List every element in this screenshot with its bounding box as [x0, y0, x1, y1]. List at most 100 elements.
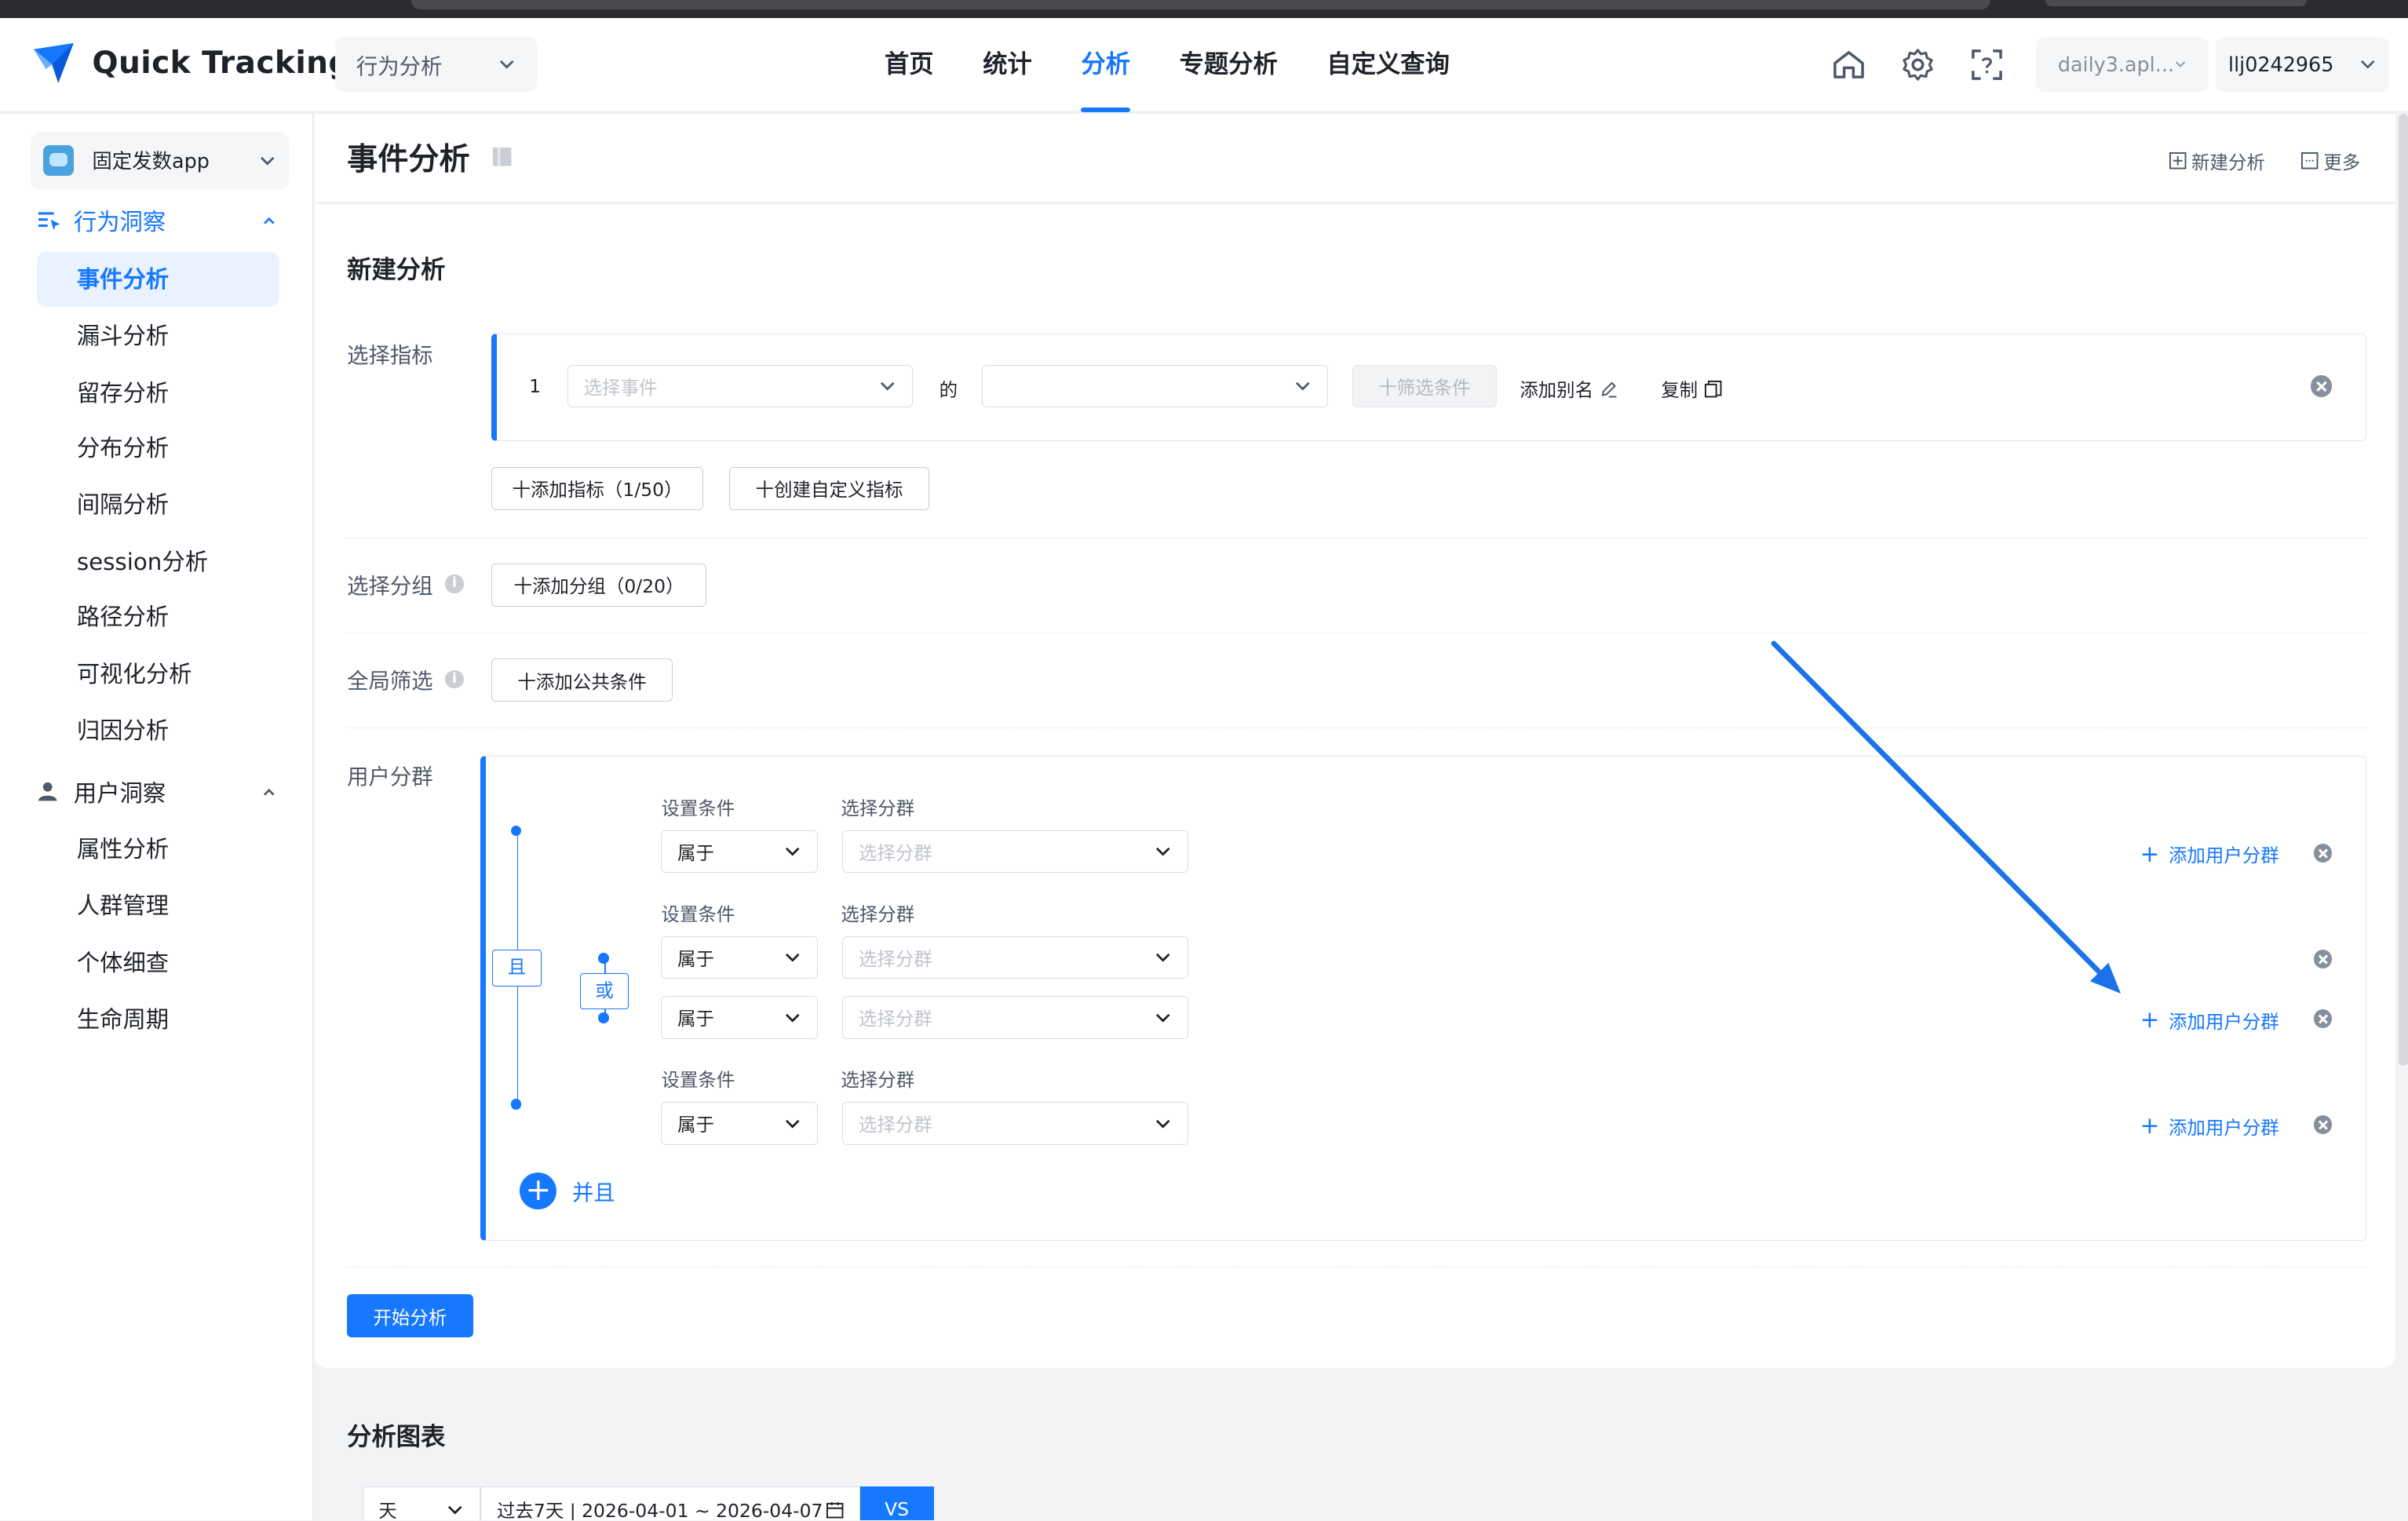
add-user-segment-label: 添加用户分群: [2168, 1116, 2279, 1139]
help-scan-icon[interactable]: [1968, 46, 2005, 83]
nav-custom-query[interactable]: 自定义查询: [1302, 18, 1474, 111]
start-analysis-button[interactable]: 开始分析: [347, 1294, 473, 1338]
add-group-button[interactable]: 十添加分组（0/20）: [491, 564, 707, 607]
belongs-select[interactable]: 属于: [661, 830, 819, 874]
sidebar-item-attribute[interactable]: 属性分析: [37, 822, 279, 877]
compare-vs-button[interactable]: VS: [859, 1486, 934, 1521]
main-nav: 首页 统计 分析 专题分析 自定义查询: [860, 18, 1475, 112]
product-logo[interactable]: Quick Tracking: [31, 40, 351, 86]
sidebar-item-visual[interactable]: 可视化分析: [37, 647, 279, 702]
app-picker[interactable]: 固定发数app: [31, 132, 289, 189]
plus-icon: +: [2140, 1111, 2160, 1139]
add-user-segment-link[interactable]: + 添加用户分群: [2140, 1113, 2279, 1140]
segment-select[interactable]: 选择分群: [842, 1101, 1188, 1145]
page-scrollbar[interactable]: [2399, 113, 2408, 1066]
home-icon[interactable]: [1830, 46, 1867, 83]
add-and-label: 并且: [571, 1181, 615, 1206]
filter-condition-button[interactable]: 十筛选条件: [1352, 364, 1497, 408]
sidebar-item-individual[interactable]: 个体细查: [37, 936, 279, 990]
plus-icon: +: [2140, 1005, 2160, 1033]
chevron-up-icon: [263, 789, 275, 796]
event-select[interactable]: 选择事件: [567, 364, 914, 408]
sidebar-item-funnel[interactable]: 漏斗分析: [37, 308, 279, 363]
user-name: llj0242965: [2228, 53, 2334, 77]
new-analysis-button[interactable]: 新建分析: [2169, 148, 2265, 174]
segment-select-label: 选择分群: [841, 903, 915, 925]
belongs-select[interactable]: 属于: [661, 995, 819, 1039]
more-label: 更多: [2323, 151, 2361, 173]
remove-condition-icon[interactable]: [2313, 1009, 2333, 1028]
connector-dot: [598, 1012, 609, 1024]
add-metric-button[interactable]: 十添加指标（1/50）: [491, 466, 704, 510]
remove-condition-icon[interactable]: [2313, 1115, 2333, 1134]
app-switch-dropdown[interactable]: daily3.apl...: [2036, 36, 2209, 93]
sidebar-item-retention[interactable]: 留存分析: [37, 366, 279, 421]
sidebar-item-session[interactable]: session分析: [37, 534, 279, 589]
sidebar-item-event-analysis[interactable]: 事件分析: [36, 251, 280, 308]
sidebar: 固定发数app 行为洞察 事件分析 漏斗分析 留存分析 分布分析 间隔分析 se…: [0, 113, 314, 1521]
chevron-down-icon: [1295, 382, 1310, 391]
plus-icon: +: [2140, 840, 2160, 867]
sidebar-item-distribution[interactable]: 分布分析: [37, 421, 279, 476]
of-word: 的: [939, 379, 958, 402]
sidebar-item-path[interactable]: 路径分析: [37, 589, 279, 644]
or-logic-toggle[interactable]: 或: [579, 972, 629, 1010]
connector-dot: [598, 953, 609, 964]
remove-metric-icon[interactable]: [2310, 375, 2333, 397]
user-dropdown[interactable]: llj0242965: [2216, 36, 2390, 93]
bookmark-icon[interactable]: [491, 146, 513, 167]
chevron-down-icon: [881, 382, 895, 391]
add-user-segment-label: 添加用户分群: [2168, 844, 2279, 867]
nav-analysis[interactable]: 分析: [1056, 18, 1155, 112]
segment-select[interactable]: 选择分群: [842, 936, 1188, 979]
nav-home[interactable]: 首页: [860, 18, 958, 111]
global-filter-label: 全局筛选 i: [347, 663, 464, 695]
belongs-select[interactable]: 属于: [661, 936, 819, 979]
granularity-select[interactable]: 天: [362, 1486, 481, 1521]
more-button[interactable]: 更多: [2300, 148, 2360, 174]
add-alias-button[interactable]: 添加别名: [1520, 375, 1618, 402]
create-custom-metric-button[interactable]: 十创建自定义指标: [729, 466, 929, 510]
belongs-value: 属于: [677, 1114, 714, 1136]
condition-label: 设置条件: [661, 1068, 735, 1091]
remove-condition-icon[interactable]: [2313, 844, 2333, 863]
add-common-condition-button[interactable]: 十添加公共条件: [491, 658, 673, 702]
section-title: 新建分析: [347, 255, 446, 284]
add-user-segment-link[interactable]: + 添加用户分群: [2140, 841, 2279, 867]
sidebar-item-crowd[interactable]: 人群管理: [37, 878, 279, 933]
sidebar-group-user[interactable]: 用户洞察: [37, 775, 276, 808]
segment-select[interactable]: 选择分群: [842, 995, 1188, 1039]
group-row-label: 选择分组 i: [347, 568, 464, 600]
date-range-picker[interactable]: 过去7天 | 2026-04-01 ~ 2026-04-07: [480, 1486, 860, 1521]
chevron-up-icon: [263, 217, 275, 225]
quick-tracking-logo-icon: [34, 42, 74, 83]
chevron-down-icon: [1155, 1013, 1170, 1023]
segment-select[interactable]: 选择分群: [842, 830, 1188, 874]
sidebar-item-interval[interactable]: 间隔分析: [37, 477, 279, 532]
settings-icon[interactable]: [1899, 46, 1936, 83]
connector-dot: [510, 1098, 522, 1110]
belongs-value: 属于: [677, 841, 714, 864]
app-switch-value: daily3.apl...: [2057, 53, 2174, 77]
segment-placeholder: 选择分群: [858, 947, 932, 970]
add-user-segment-link[interactable]: + 添加用户分群: [2140, 1007, 2279, 1034]
add-and-group-button[interactable]: + 并且: [520, 1172, 615, 1209]
calendar-icon: [826, 1501, 844, 1519]
module-dropdown[interactable]: 行为分析: [334, 36, 538, 93]
page-titlebar: 事件分析 新建分析 更多: [315, 113, 2396, 203]
copy-metric-button[interactable]: 复制: [1661, 375, 1722, 402]
nav-statistics[interactable]: 统计: [958, 18, 1056, 111]
remove-condition-icon[interactable]: [2313, 950, 2333, 968]
segment-placeholder: 选择分群: [858, 841, 932, 864]
segment-row-label: 用户分群: [347, 764, 433, 790]
belongs-select[interactable]: 属于: [661, 1101, 819, 1145]
sidebar-item-attribution[interactable]: 归因分析: [37, 703, 279, 758]
sidebar-item-lifecycle[interactable]: 生命周期: [37, 992, 279, 1047]
chevron-down-icon: [785, 954, 800, 962]
info-icon[interactable]: i: [445, 669, 464, 688]
and-logic-toggle[interactable]: 且: [492, 950, 542, 987]
info-icon[interactable]: i: [445, 574, 464, 593]
sidebar-group-behavior[interactable]: 行为洞察: [37, 204, 276, 237]
property-select[interactable]: [982, 364, 1328, 408]
nav-topic-analysis[interactable]: 专题分析: [1155, 18, 1302, 111]
